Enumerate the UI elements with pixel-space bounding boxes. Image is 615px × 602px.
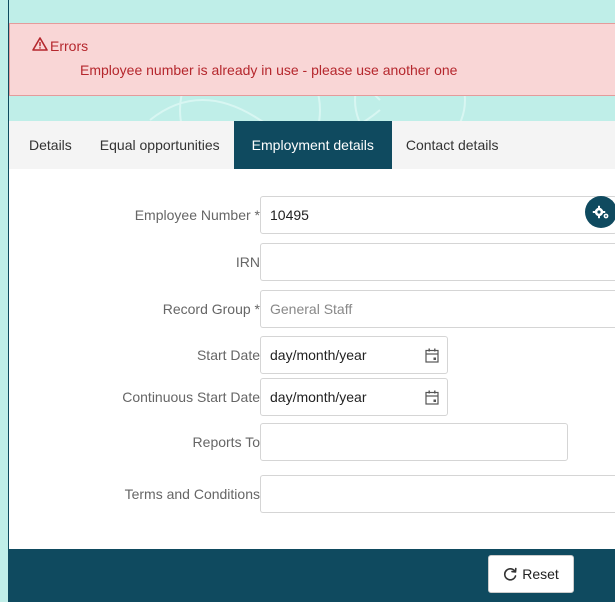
tab-employment-details[interactable]: Employment details [233, 121, 392, 169]
continuous-start-date-value: day/month/year [270, 389, 367, 405]
generate-number-button[interactable] [585, 196, 615, 228]
tab-equal-opportunities[interactable]: Equal opportunities [86, 121, 234, 169]
reports-to-input[interactable] [260, 423, 568, 461]
employment-details-form: Employee Number * IRN Record Group * Gen… [9, 169, 615, 549]
error-alert: Errors Employee number is already in use… [9, 23, 615, 96]
employee-number-input[interactable] [260, 196, 615, 234]
irn-row: IRN [9, 243, 615, 281]
reports-to-label: Reports To [192, 434, 260, 450]
terms-and-conditions-input[interactable] [260, 475, 615, 513]
form-footer: Reset [9, 549, 615, 602]
reports-to-row: Reports To [9, 423, 615, 461]
terms-and-conditions-row: Terms and Conditions [9, 475, 615, 513]
employee-number-row: Employee Number * [9, 196, 615, 234]
error-title: Errors [50, 37, 89, 54]
start-date-label: Start Date [196, 347, 260, 363]
irn-input[interactable] [260, 243, 615, 281]
tab-details[interactable]: Details [9, 121, 86, 169]
continuous-start-date-input[interactable]: day/month/year [260, 378, 448, 416]
tab-bar: Details Equal opportunities Employment d… [9, 121, 615, 169]
record-group-row: Record Group * General Staff [9, 290, 615, 328]
warning-icon [32, 37, 50, 54]
gears-icon [592, 205, 609, 219]
continuous-start-date-row: Continuous Start Date day/month/year [9, 378, 615, 416]
terms-and-conditions-label: Terms and Conditions [124, 486, 260, 502]
record-group-label: Record Group * [162, 301, 260, 317]
calendar-icon[interactable] [425, 348, 439, 363]
calendar-icon[interactable] [425, 390, 439, 405]
employee-number-label: Employee Number * [134, 207, 260, 223]
irn-label: IRN [235, 254, 260, 270]
start-date-row: Start Date day/month/year [9, 336, 615, 374]
tab-contact-details[interactable]: Contact details [392, 121, 513, 169]
record-group-field: General Staff [260, 290, 615, 328]
reset-button[interactable]: Reset [488, 555, 574, 593]
reset-icon [504, 567, 517, 581]
continuous-start-date-label: Continuous Start Date [122, 389, 260, 405]
start-date-value: day/month/year [270, 347, 367, 363]
start-date-input[interactable]: day/month/year [260, 336, 448, 374]
error-message: Employee number is already in use - plea… [80, 62, 458, 78]
reset-label: Reset [522, 566, 559, 582]
